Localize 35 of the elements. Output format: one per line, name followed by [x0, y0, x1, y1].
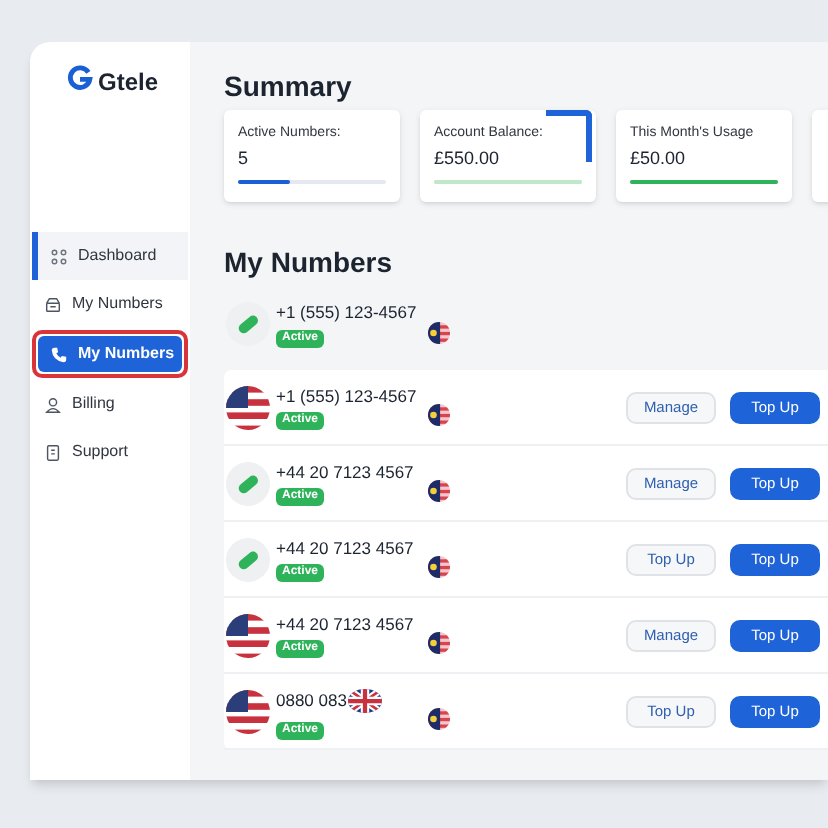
flag-icon: [428, 632, 450, 654]
sidebar-item[interactable]: My Numbers: [32, 280, 188, 328]
logo-icon: [66, 64, 94, 92]
flag-icon: [428, 321, 450, 343]
brand-name: Gtele: [98, 66, 159, 100]
flag-icon: [226, 385, 270, 429]
section-title: Summary: [224, 68, 354, 106]
flag-icon: [226, 613, 270, 657]
card-value: £50.00: [630, 148, 688, 170]
sidebar-item[interactable]: Dashboard: [32, 232, 188, 280]
card-value: 5: [238, 148, 251, 170]
flag-icon: [428, 708, 450, 730]
sidebar-item[interactable]: My Numbers: [38, 336, 182, 372]
phone-number: +1 (555) 123-4567: [276, 383, 417, 409]
section-title: My Numbers: [224, 244, 395, 282]
pill-icon: [226, 537, 270, 581]
phone-number: +44 20 7123 4567: [276, 459, 414, 485]
tray-icon: [44, 295, 62, 313]
sidebar-item[interactable]: Billing: [32, 380, 188, 428]
phone-number: 0880 083: [276, 687, 347, 713]
phone-number: +44 20 7123 4567: [276, 535, 414, 561]
pill-icon: [226, 461, 270, 505]
flag-icon: [428, 480, 450, 502]
flag-icon: [226, 689, 270, 733]
flag-icon: [428, 404, 450, 426]
phone-icon: [50, 345, 68, 363]
pill-icon: [226, 302, 270, 346]
flag-icon: [428, 556, 450, 578]
grid-icon: [50, 247, 68, 265]
document-icon: [44, 443, 62, 461]
person-icon: [44, 395, 62, 413]
phone-number: +44 20 7123 4567: [276, 611, 414, 637]
phone-number: +1 (555) 123-4567: [276, 300, 417, 326]
sidebar-item[interactable]: Support: [32, 428, 188, 476]
card-value: £550.00: [434, 148, 502, 170]
